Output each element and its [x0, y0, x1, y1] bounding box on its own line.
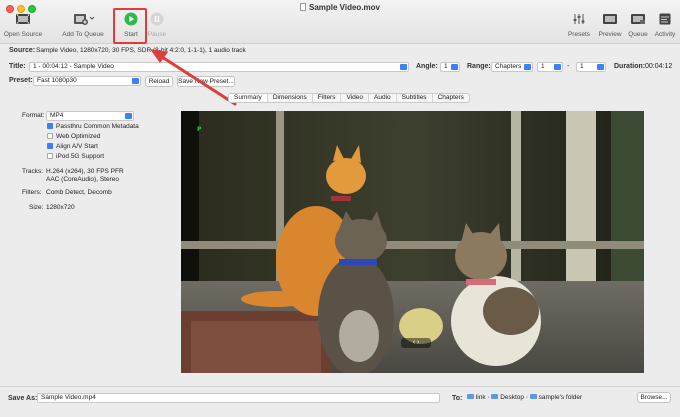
folder-icon: [529, 394, 537, 399]
filters-value: Comb Detect, Decomb: [46, 189, 112, 196]
format-value: MP4: [50, 112, 64, 119]
checkmark-icon: [47, 123, 53, 129]
size-value: 1280x720: [46, 204, 75, 211]
web-optimized-checkbox[interactable]: Web Optimized: [47, 133, 100, 140]
cats-preview-image: P: [181, 111, 644, 373]
folder-icon: [467, 394, 474, 399]
svg-text:P: P: [197, 126, 202, 133]
tab-subtitles[interactable]: Subtitles: [397, 94, 433, 102]
to-label: To:: [452, 395, 463, 402]
checkmark-icon: [47, 143, 53, 149]
path-segment: Desktop: [500, 394, 525, 401]
save-as-input[interactable]: Sample Video.mp4: [37, 393, 440, 403]
save-as-label: Save As:: [8, 395, 38, 402]
ipod-5g-label: iPod 5G Support: [56, 153, 105, 160]
folder-icon: [491, 394, 499, 399]
save-as-value: Sample Video.mp4: [41, 394, 96, 401]
path-segment: link: [475, 394, 486, 401]
web-optimized-label: Web Optimized: [56, 133, 101, 140]
format-select[interactable]: MP4: [46, 111, 134, 121]
destination-bar: Save As: Sample Video.mp4 To: link › Des…: [0, 386, 680, 417]
passthru-metadata-label: Passthru Common Metadata: [56, 123, 139, 130]
tracks-label: Tracks:: [22, 168, 44, 175]
tab-chapters[interactable]: Chapters: [433, 94, 469, 102]
chevron-right-icon: ›: [487, 394, 490, 401]
tab-dimensions[interactable]: Dimensions: [268, 94, 313, 102]
tab-video[interactable]: Video: [341, 94, 369, 102]
settings-tabs: Summary Dimensions Filters Video Audio S…: [228, 93, 470, 103]
ipod-5g-checkbox[interactable]: iPod 5G Support: [47, 153, 104, 160]
tracks-audio-value: AAC (CoreAudio), Stereo: [46, 176, 119, 183]
align-av-start-checkbox[interactable]: Align A/V Start: [47, 143, 98, 150]
checkbox-empty-icon: [47, 153, 53, 159]
tab-audio[interactable]: Audio: [369, 94, 397, 102]
filters-label: Filters:: [22, 189, 42, 196]
tab-summary[interactable]: Summary: [229, 94, 268, 102]
path-segment: sample's folder: [538, 394, 583, 401]
checkbox-empty-icon: [47, 133, 53, 139]
format-label: Format:: [22, 112, 45, 119]
browse-button[interactable]: Browse...: [637, 392, 671, 403]
passthru-metadata-checkbox[interactable]: Passthru Common Metadata: [47, 123, 139, 130]
video-preview[interactable]: P ‹ ›: [181, 111, 644, 373]
preview-nav-arrows: ‹ ›: [412, 339, 420, 346]
tab-filters[interactable]: Filters: [313, 94, 342, 102]
align-av-start-label: Align A/V Start: [56, 143, 98, 150]
chevron-down-icon: [125, 113, 132, 119]
destination-path[interactable]: link › Desktop › sample's folder: [467, 394, 582, 401]
size-label: Size:: [29, 204, 44, 211]
tracks-video-value: H.264 (x264), 30 FPS PFR: [46, 168, 124, 175]
preview-nav-control[interactable]: ‹ ›: [401, 338, 431, 348]
chevron-right-icon: ›: [525, 394, 529, 401]
